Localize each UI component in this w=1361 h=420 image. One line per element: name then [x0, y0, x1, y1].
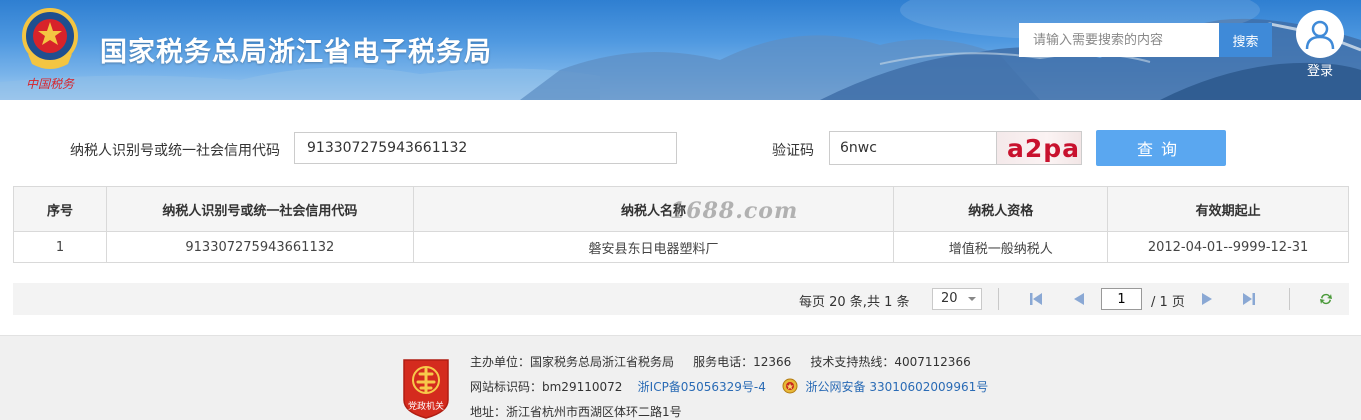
user-avatar-icon — [1296, 10, 1344, 58]
pager-divider — [1289, 288, 1290, 310]
police-record-link[interactable]: 浙公网安备 33010602009961号 — [806, 380, 989, 394]
search-input[interactable] — [1019, 23, 1219, 57]
cell-name: 磐安县东日电器塑料厂 — [412, 231, 895, 263]
next-page-icon[interactable] — [1199, 291, 1215, 307]
result-table: 序号 纳税人识别号或统一社会信用代码 纳税人名称 纳税人资格 有效期起止 1 9… — [13, 186, 1349, 263]
footer-contact-line: 主办单位：国家税务总局浙江省税务局 服务电话：12366 技术支持热线：4007… — [470, 353, 971, 370]
captcha-text: a2pa — [1007, 134, 1081, 163]
column-header-qualification: 纳税人资格 — [893, 186, 1109, 232]
prev-page-icon[interactable] — [1071, 291, 1087, 307]
cell-qualification: 增值税一般纳税人 — [893, 231, 1109, 263]
cell-index: 1 — [13, 231, 107, 263]
table-header-row: 序号 纳税人识别号或统一社会信用代码 纳税人名称 纳税人资格 有效期起止 — [13, 186, 1349, 232]
footer-service-phone: 服务电话：12366 — [693, 355, 792, 369]
captcha-label: 验证码 — [772, 143, 814, 159]
footer-sponsor: 主办单位：国家税务总局浙江省税务局 — [470, 355, 675, 369]
search-button[interactable]: 搜索 — [1219, 23, 1272, 57]
icp-link[interactable]: 浙ICP备05056329号-4 — [638, 380, 766, 394]
police-badge-icon — [782, 378, 798, 394]
footer-support-hotline: 技术支持热线：4007112366 — [810, 355, 971, 369]
login-button[interactable]: 登录 — [1294, 10, 1346, 82]
cell-validity: 2012-04-01--9999-12-31 — [1107, 231, 1349, 263]
pager-info: 每页 20 条,共 1 条 — [799, 295, 910, 310]
chevron-down-icon — [968, 297, 976, 301]
captcha-image[interactable]: a2pa — [996, 131, 1082, 165]
tax-emblem-icon: 中国税务 — [22, 8, 78, 91]
column-header-index: 序号 — [13, 186, 107, 232]
footer-site-id: 网站标识码：bm29110072 — [470, 380, 623, 394]
column-header-name: 纳税人名称 — [412, 186, 895, 232]
government-badge-icon[interactable]: 党政机关 — [400, 356, 452, 420]
footer-record-line: 网站标识码：bm29110072 浙ICP备05056329号-4 浙公网安备 … — [470, 378, 988, 395]
page-size-select[interactable]: 20 — [932, 288, 982, 310]
captcha-input[interactable] — [829, 131, 997, 165]
badge-caption: 党政机关 — [408, 400, 444, 412]
table-row[interactable]: 1 913307275943661132 磐安县东日电器塑料厂 增值税一般纳税人… — [13, 231, 1349, 263]
total-pages: / 1 页 — [1151, 295, 1185, 310]
taxid-input[interactable] — [294, 132, 677, 164]
login-label: 登录 — [1306, 64, 1333, 79]
pager-divider — [998, 288, 999, 310]
emblem-caption: 中国税务 — [26, 77, 75, 91]
taxid-label: 纳税人识别号或统一社会信用代码 — [70, 143, 280, 159]
first-page-icon[interactable] — [1028, 291, 1044, 307]
current-page-input[interactable] — [1101, 288, 1142, 310]
query-button[interactable]: 查询 — [1096, 130, 1226, 166]
pagination-bar: 每页 20 条,共 1 条 20 / 1 页 — [13, 283, 1349, 315]
column-header-taxid: 纳税人识别号或统一社会信用代码 — [105, 186, 414, 232]
site-header: 中国税务 国家税务总局浙江省电子税务局 搜索 登录 — [0, 0, 1361, 100]
page-size-value: 20 — [941, 291, 958, 306]
cell-taxid: 913307275943661132 — [105, 231, 414, 263]
column-header-validity: 有效期起止 — [1107, 186, 1349, 232]
site-title: 国家税务总局浙江省电子税务局 — [100, 37, 492, 68]
last-page-icon[interactable] — [1241, 291, 1257, 307]
refresh-icon[interactable] — [1318, 291, 1334, 307]
footer-address: 地址：浙江省杭州市西湖区体环二路1号 — [470, 405, 682, 419]
site-footer: 党政机关 主办单位：国家税务总局浙江省税务局 服务电话：12366 技术支持热线… — [0, 335, 1361, 420]
